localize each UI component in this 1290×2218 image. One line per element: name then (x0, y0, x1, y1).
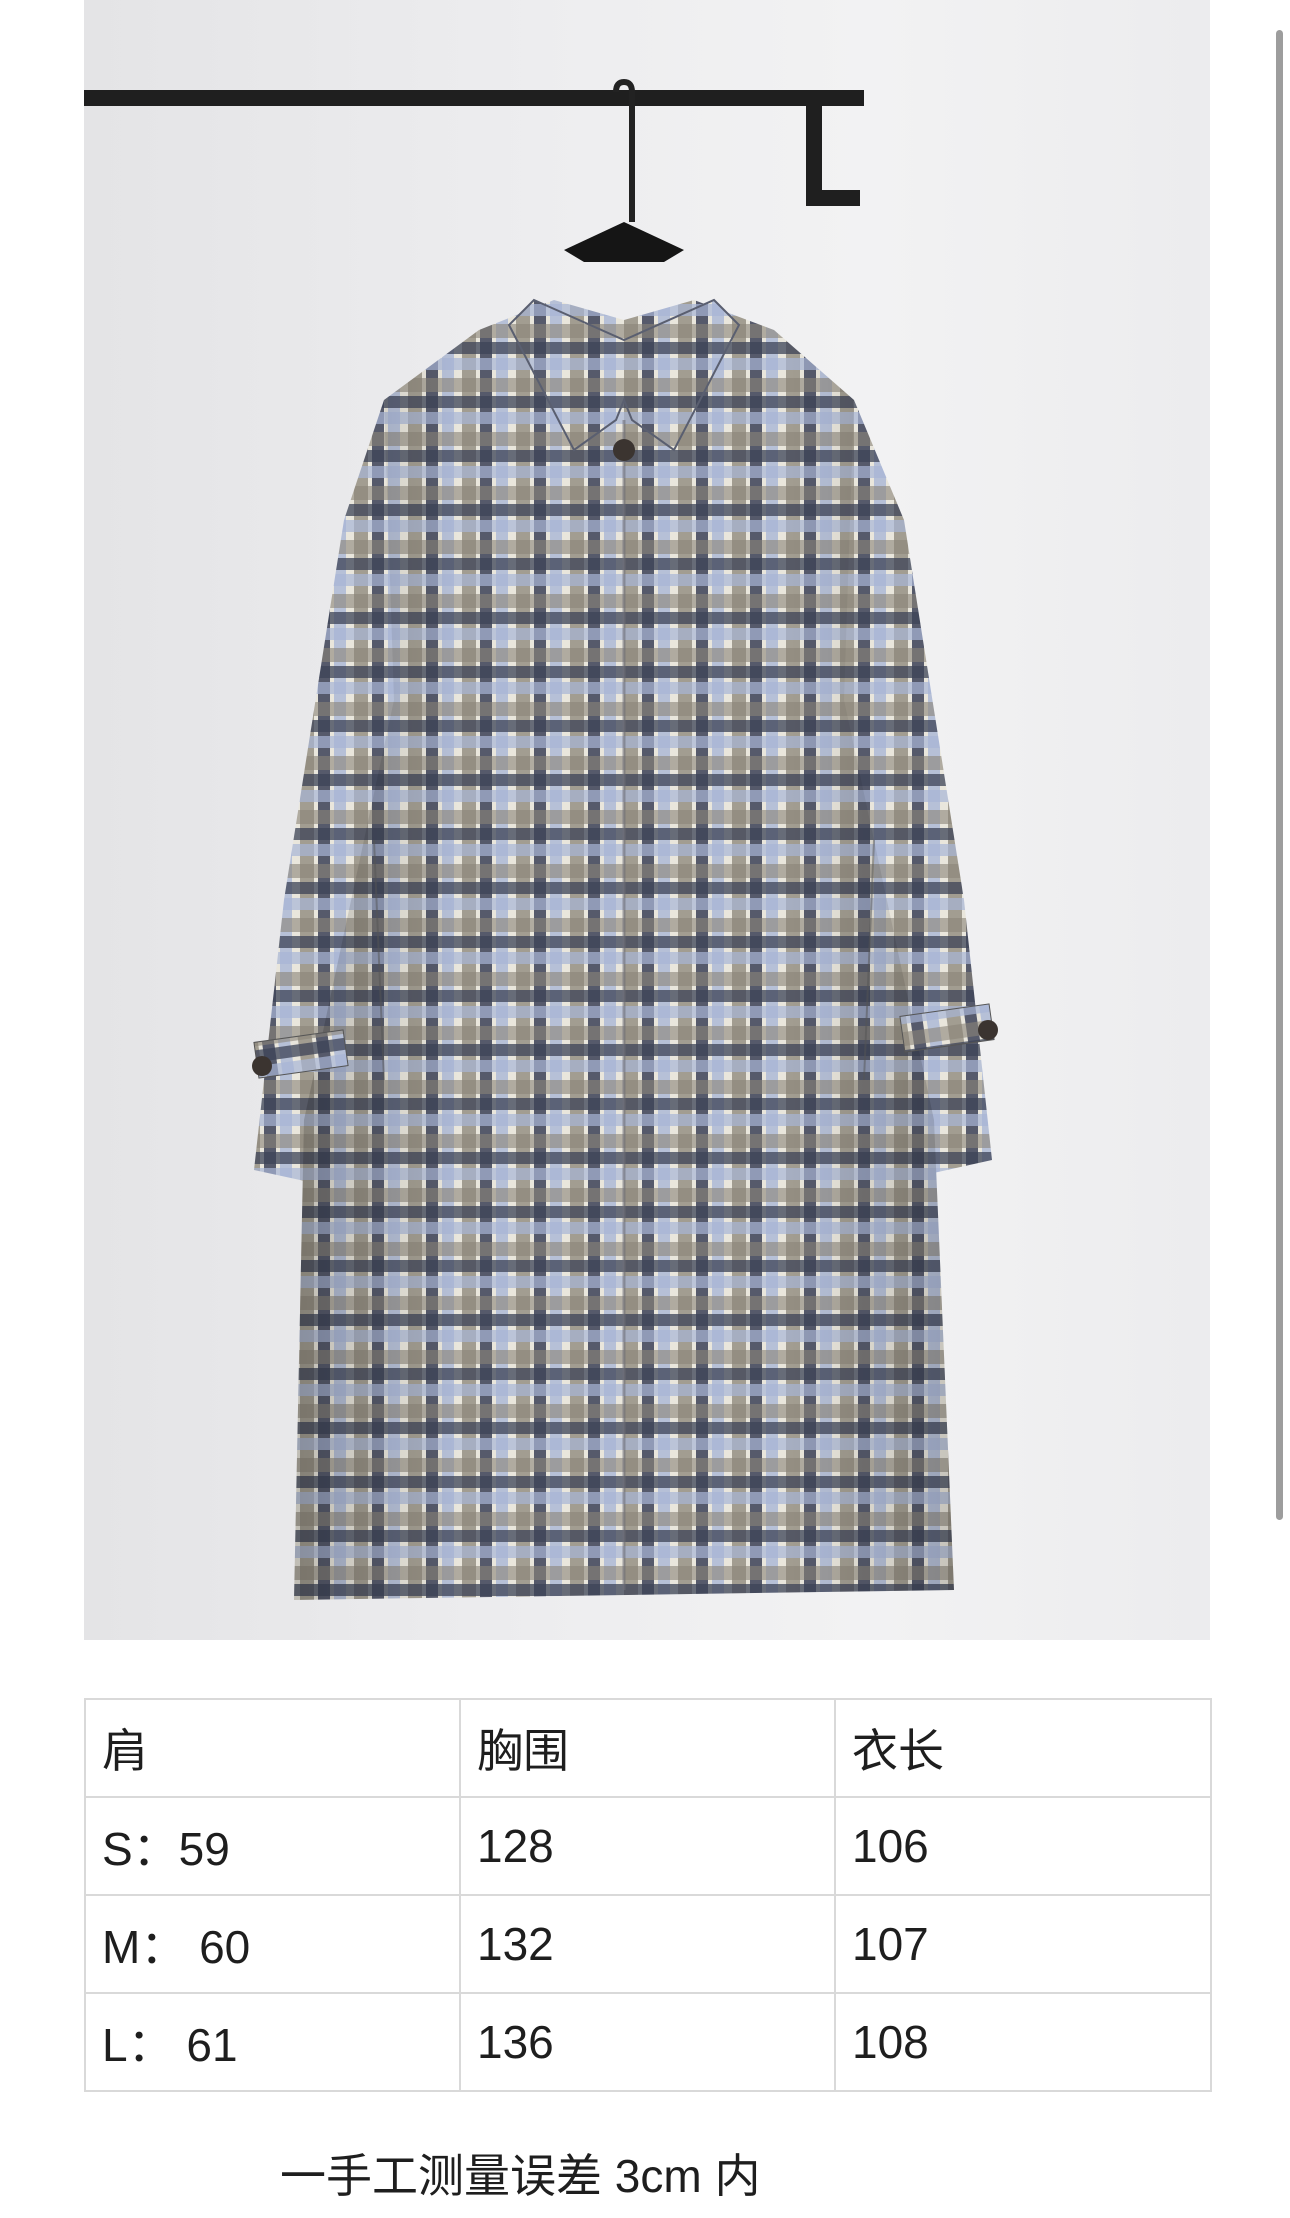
header-shoulder: 肩 (84, 1698, 461, 1798)
cell-size-shoulder: S：59 (84, 1796, 461, 1896)
cell-size-shoulder: M： 60 (84, 1894, 461, 1994)
cell-length: 108 (834, 1992, 1212, 2092)
table-row: M： 60 132 107 (84, 1894, 1212, 1994)
measurement-note: 一手工测量误差 3cm 内 (280, 2150, 761, 2202)
hanging-rail (84, 90, 864, 206)
header-chest: 胸围 (459, 1698, 836, 1798)
coat-illustration (84, 78, 998, 1600)
cell-length: 106 (834, 1796, 1212, 1896)
coat (252, 298, 998, 1600)
table-row: S：59 128 106 (84, 1796, 1212, 1896)
table-row: L： 61 136 108 (84, 1992, 1212, 2092)
header-length: 衣长 (834, 1698, 1212, 1798)
cell-chest: 136 (459, 1992, 836, 2092)
cell-chest: 128 (459, 1796, 836, 1896)
scrollbar[interactable] (1276, 30, 1283, 1520)
cell-size-shoulder: L： 61 (84, 1992, 461, 2092)
product-photo (84, 0, 1210, 1640)
hanger (564, 78, 684, 262)
cell-chest: 132 (459, 1894, 836, 1994)
cell-length: 107 (834, 1894, 1212, 1994)
size-table: 肩 胸围 衣长 S：59 128 106 M： 60 132 107 L： 61… (84, 1698, 1212, 2092)
table-header-row: 肩 胸围 衣长 (84, 1698, 1212, 1798)
